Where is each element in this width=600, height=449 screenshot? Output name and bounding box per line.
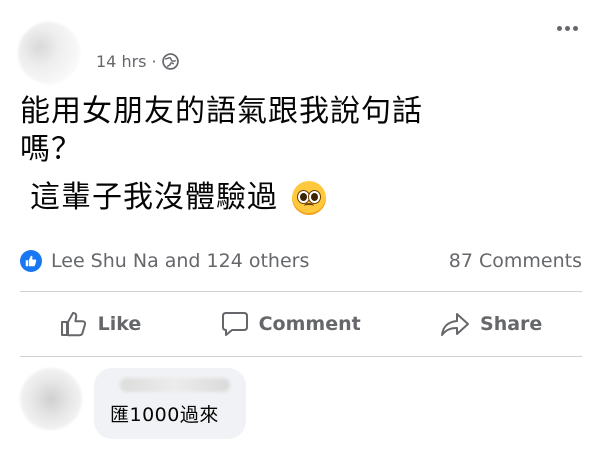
post-text-line-2: 嗎？ [20, 132, 82, 167]
reactions-summary[interactable]: Lee Shu Na and 124 others [20, 250, 309, 272]
comment-button[interactable]: Comment [211, 305, 371, 343]
divider-top [20, 291, 582, 292]
share-arrow-icon [440, 311, 470, 337]
more-options-icon[interactable] [557, 26, 578, 31]
post-text-line-3: 這輩子我沒體驗過 [30, 180, 278, 215]
comment-label: Comment [258, 313, 361, 335]
post-meta: 14 hrs · [96, 52, 179, 71]
comments-count-link[interactable]: 87 Comments [449, 250, 582, 272]
reactions-summary-text: Lee Shu Na and 124 others [51, 250, 310, 272]
post-timestamp[interactable]: 14 hrs [96, 52, 147, 71]
poster-avatar[interactable] [18, 22, 80, 84]
pleading-face-emoji [292, 181, 326, 215]
post-body: 能用女朋友的語氣跟我說句話 嗎？ 這輩子我沒體驗過 [20, 93, 580, 217]
thumbs-up-icon [60, 311, 88, 337]
comment-text: 匯1000過來 [110, 404, 219, 426]
commenter-name-redacted[interactable] [120, 378, 230, 392]
share-button[interactable]: Share [430, 305, 552, 343]
share-label: Share [480, 313, 543, 335]
comment-bubble-icon [221, 311, 249, 337]
globe-icon[interactable] [161, 53, 179, 70]
comment-bubble: 匯1000過來 [94, 368, 246, 439]
post-text-line-3-row: 這輩子我沒體驗過 [20, 179, 580, 217]
reactions-summary-row: Lee Shu Na and 124 others 87 Comments [20, 250, 582, 272]
meta-separator: · [151, 52, 157, 71]
like-button[interactable]: Like [50, 305, 152, 343]
post-action-bar: Like Comment Share [20, 300, 582, 348]
post-text-line-1: 能用女朋友的語氣跟我說句話 [20, 94, 423, 129]
commenter-avatar[interactable] [20, 368, 82, 430]
like-reaction-icon [20, 250, 42, 272]
divider-bottom [20, 356, 582, 357]
like-label: Like [97, 313, 142, 335]
